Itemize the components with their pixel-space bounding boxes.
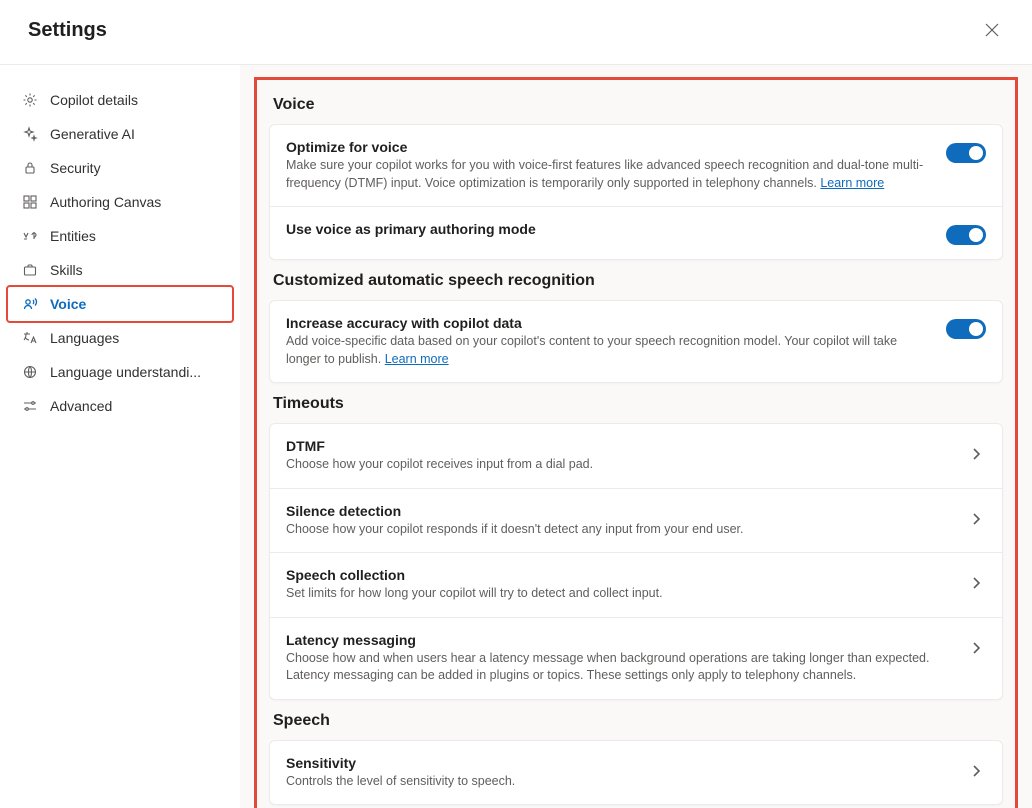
lock-icon xyxy=(22,160,38,176)
entities-icon xyxy=(22,228,38,244)
row-primary-authoring: Use voice as primary authoring mode xyxy=(270,206,1002,259)
section-heading-voice: Voice xyxy=(273,96,1003,114)
row-desc: Set limits for how long your copilot wil… xyxy=(286,585,950,603)
row-increase-accuracy: Increase accuracy with copilot data Add … xyxy=(270,301,1002,382)
row-title: Speech collection xyxy=(286,567,950,583)
voice-card: Optimize for voice Make sure your copilo… xyxy=(269,124,1003,260)
sidebar-item-advanced[interactable]: Advanced xyxy=(8,389,232,423)
row-desc: Controls the level of sensitivity to spe… xyxy=(286,773,950,791)
casr-card: Increase accuracy with copilot data Add … xyxy=(269,300,1003,383)
row-desc-text: Add voice-specific data based on your co… xyxy=(286,334,897,366)
speech-card: Sensitivity Controls the level of sensit… xyxy=(269,740,1003,806)
sidebar-item-authoring-canvas[interactable]: Authoring Canvas xyxy=(8,185,232,219)
toggle-primary-authoring[interactable] xyxy=(946,225,986,245)
toggle-optimize-voice[interactable] xyxy=(946,143,986,163)
sidebar-item-label: Languages xyxy=(50,330,119,346)
close-icon xyxy=(985,23,999,37)
sidebar-item-security[interactable]: Security xyxy=(8,151,232,185)
row-title: Silence detection xyxy=(286,503,950,519)
row-optimize-voice: Optimize for voice Make sure your copilo… xyxy=(270,125,1002,206)
sidebar-item-label: Entities xyxy=(50,228,96,244)
section-heading-speech: Speech xyxy=(273,712,1003,730)
sidebar-item-label: Skills xyxy=(50,262,83,278)
row-title: Sensitivity xyxy=(286,755,950,771)
row-title: DTMF xyxy=(286,438,950,454)
sidebar: Copilot details Generative AI Security A… xyxy=(0,65,240,808)
languages-icon xyxy=(22,330,38,346)
row-desc: Choose how your copilot receives input f… xyxy=(286,456,950,474)
sidebar-item-label: Language understandi... xyxy=(50,364,201,380)
row-sensitivity[interactable]: Sensitivity Controls the level of sensit… xyxy=(270,741,1002,805)
chevron-right-icon xyxy=(966,509,986,529)
row-title: Use voice as primary authoring mode xyxy=(286,221,930,237)
timeouts-card: DTMF Choose how your copilot receives in… xyxy=(269,423,1003,700)
section-heading-timeouts: Timeouts xyxy=(273,395,1003,413)
header: Settings xyxy=(0,0,1032,65)
learn-more-link[interactable]: Learn more xyxy=(385,352,449,366)
sidebar-item-voice[interactable]: Voice xyxy=(8,287,232,321)
briefcase-icon xyxy=(22,262,38,278)
sidebar-item-skills[interactable]: Skills xyxy=(8,253,232,287)
row-title: Increase accuracy with copilot data xyxy=(286,315,930,331)
row-title: Optimize for voice xyxy=(286,139,930,155)
chevron-right-icon xyxy=(966,573,986,593)
row-speech-collection[interactable]: Speech collection Set limits for how lon… xyxy=(270,552,1002,617)
page-title: Settings xyxy=(28,19,107,42)
sidebar-item-label: Voice xyxy=(50,296,86,312)
sidebar-item-label: Authoring Canvas xyxy=(50,194,161,210)
sidebar-item-label: Security xyxy=(50,160,101,176)
row-desc: Choose how your copilot responds if it d… xyxy=(286,521,950,539)
chevron-right-icon xyxy=(966,444,986,464)
row-desc: Choose how and when users hear a latency… xyxy=(286,650,950,685)
voice-icon xyxy=(22,296,38,312)
row-title: Latency messaging xyxy=(286,632,950,648)
sidebar-item-generative-ai[interactable]: Generative AI xyxy=(8,117,232,151)
content-scroll[interactable]: Voice Optimize for voice Make sure your … xyxy=(240,65,1032,808)
gear-icon xyxy=(22,92,38,108)
row-desc: Make sure your copilot works for you wit… xyxy=(286,157,930,192)
content-highlight: Voice Optimize for voice Make sure your … xyxy=(254,77,1018,808)
sidebar-item-label: Copilot details xyxy=(50,92,138,108)
sidebar-item-copilot-details[interactable]: Copilot details xyxy=(8,83,232,117)
sidebar-item-label: Generative AI xyxy=(50,126,135,142)
globe-icon xyxy=(22,364,38,380)
chevron-right-icon xyxy=(966,638,986,658)
chevron-right-icon xyxy=(966,761,986,781)
sparkle-icon xyxy=(22,126,38,142)
row-latency-messaging[interactable]: Latency messaging Choose how and when us… xyxy=(270,617,1002,699)
row-dtmf[interactable]: DTMF Choose how your copilot receives in… xyxy=(270,424,1002,488)
learn-more-link[interactable]: Learn more xyxy=(820,176,884,190)
grid-icon xyxy=(22,194,38,210)
toggle-increase-accuracy[interactable] xyxy=(946,319,986,339)
sidebar-item-language-understanding[interactable]: Language understandi... xyxy=(8,355,232,389)
section-heading-casr: Customized automatic speech recognition xyxy=(273,272,1003,290)
row-silence-detection[interactable]: Silence detection Choose how your copilo… xyxy=(270,488,1002,553)
layout: Copilot details Generative AI Security A… xyxy=(0,65,1032,808)
row-desc: Add voice-specific data based on your co… xyxy=(286,333,930,368)
sidebar-item-languages[interactable]: Languages xyxy=(8,321,232,355)
close-button[interactable] xyxy=(976,14,1008,46)
sliders-icon xyxy=(22,398,38,414)
sidebar-item-entities[interactable]: Entities xyxy=(8,219,232,253)
sidebar-item-label: Advanced xyxy=(50,398,112,414)
